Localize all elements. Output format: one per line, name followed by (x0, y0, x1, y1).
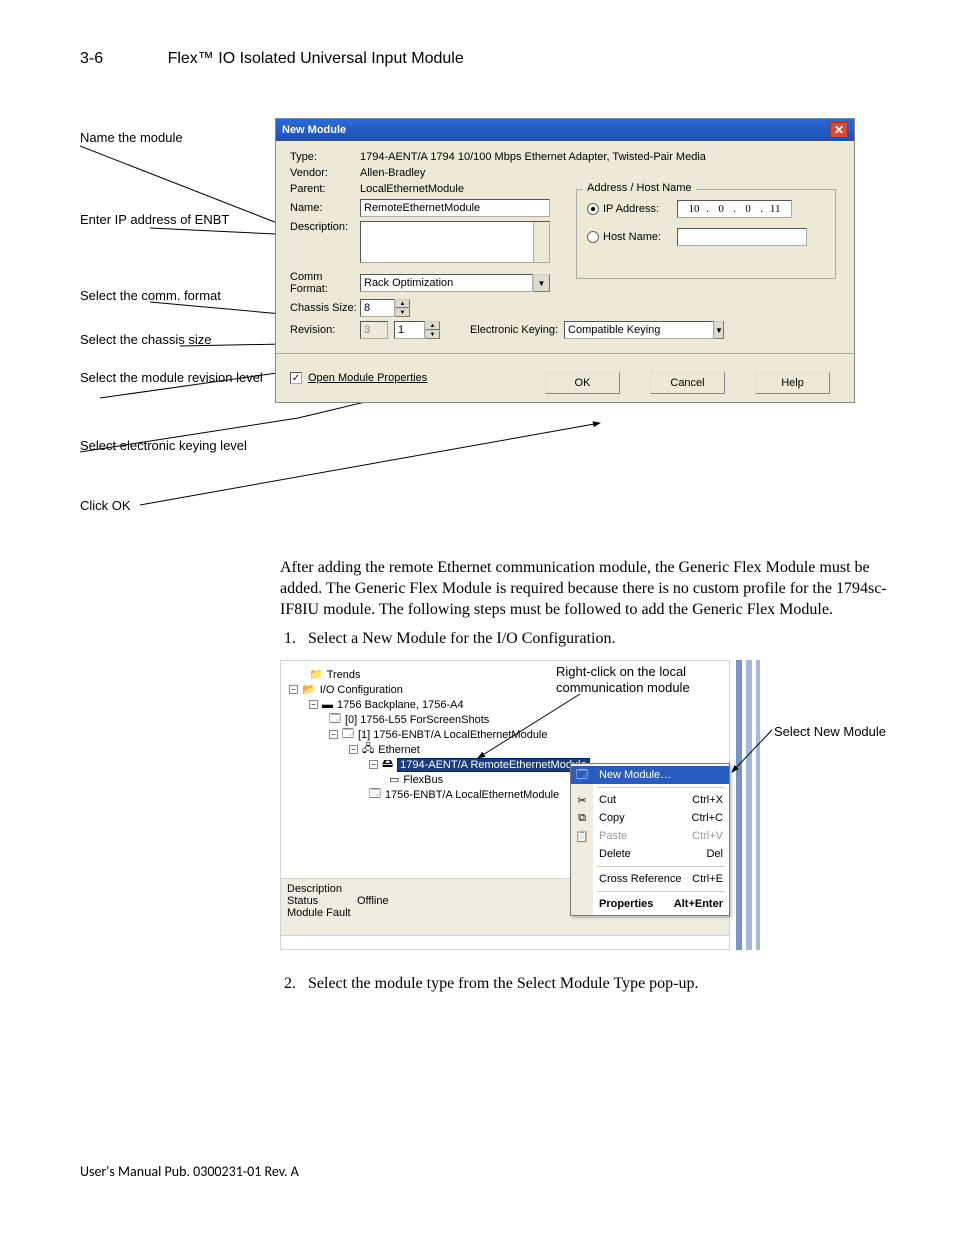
dialog-title: New Module (282, 124, 346, 136)
tree-node-flexbus[interactable]: FlexBus (403, 774, 443, 786)
close-icon[interactable]: ✕ (830, 122, 848, 138)
ctx-paste: 📋 PasteCtrl+V (571, 827, 729, 845)
label-ekey: Electronic Keying: (470, 324, 558, 336)
paste-icon: 📋 (575, 829, 589, 843)
hostname-input[interactable] (677, 228, 807, 246)
ctx-cut[interactable]: ✂ CutCtrl+X (571, 791, 729, 809)
tree-collapse-icon[interactable]: − (289, 685, 298, 694)
label-description: Description (287, 883, 357, 895)
label-type: Type: (290, 151, 360, 163)
decor-bars (736, 660, 762, 950)
tree-node-ioconfig[interactable]: I/O Configuration (320, 684, 403, 696)
dialog-titlebar: New Module ✕ (276, 119, 854, 141)
ctx-delete[interactable]: DeleteDel (571, 845, 729, 863)
label-ip: IP Address: (603, 203, 673, 215)
label-chassis: Chassis Size: (290, 302, 360, 314)
tree-collapse-icon[interactable]: − (369, 760, 378, 769)
ctx-copy[interactable]: ⧉ CopyCtrl+C (571, 809, 729, 827)
callout-ip: Enter IP address of ENBT (80, 212, 229, 227)
label-status: Status (287, 895, 357, 907)
cut-icon: ✂ (575, 793, 589, 807)
paragraph-after-dialog: After adding the remote Ethernet communi… (280, 558, 900, 620)
label-commfmt: Comm Format: (290, 271, 360, 295)
tree-node-enbt2[interactable]: 1756-ENBT/A LocalEthernetModule (385, 789, 559, 801)
label-revision: Revision: (290, 324, 360, 336)
label-hostname: Host Name: (603, 231, 673, 243)
name-input[interactable] (360, 199, 550, 217)
tree-collapse-icon[interactable]: − (349, 745, 358, 754)
folder-open-icon: 📂 (302, 683, 316, 696)
tree-node-l55[interactable]: [0] 1756-L55 ForScreenShots (345, 714, 489, 726)
ctx-xref[interactable]: Cross ReferenceCtrl+E (571, 870, 729, 888)
description-input[interactable] (360, 221, 550, 263)
spin-up-icon[interactable]: ▲ (425, 321, 440, 330)
label-open-props: Open Module Properties (308, 372, 427, 384)
page-title: Flex™ IO Isolated Universal Input Module (168, 50, 464, 67)
callout-ok: Click OK (80, 498, 131, 513)
label-description: Description: (290, 221, 360, 233)
adapter-icon: 🖴 (382, 755, 393, 774)
label-parent: Parent: (290, 183, 360, 195)
tree-node-aent-selected[interactable]: 1794-AENT/A RemoteEthernetModule (397, 758, 590, 772)
folder-icon: 📁 (309, 668, 323, 681)
module-icon: 🗔 (369, 785, 381, 804)
step-1: 1. Select a New Module for the I/O Confi… (310, 630, 900, 648)
callout-commfmt: Select the comm. format (80, 288, 221, 303)
callout-select-new-module: Select New Module (774, 724, 886, 739)
radio-ip[interactable] (587, 203, 599, 215)
open-props-checkbox[interactable]: ✓ (290, 372, 302, 384)
ekey-combo[interactable]: ▼ (564, 321, 714, 339)
chassis-spin[interactable]: ▲▼ (360, 299, 410, 317)
spin-up-icon[interactable]: ▲ (395, 299, 410, 308)
tree-collapse-icon[interactable]: − (329, 730, 338, 739)
callout-name: Name the module (80, 130, 183, 145)
label-vendor: Vendor: (290, 167, 360, 179)
page-footer: User's Manual Pub. 0300231-01 Rev. A (80, 1163, 884, 1180)
new-module-dialog: New Module ✕ Type: 1794-AENT/A 1794 10/1… (275, 118, 855, 403)
context-menu: 🗔 New Module… ✂ CutCtrl+X ⧉ CopyCtrl+C 📋… (570, 763, 730, 916)
figure-new-module: Name the module Enter IP address of ENBT… (80, 118, 880, 518)
label-module-fault: Module Fault (287, 907, 367, 919)
value-status: Offline (357, 895, 389, 907)
rev-minor-spin[interactable]: ▲▼ (394, 321, 440, 339)
cancel-button[interactable]: Cancel (650, 372, 725, 394)
copy-icon: ⧉ (575, 811, 589, 825)
ethernet-icon: 🖧 (362, 740, 374, 759)
ctx-properties[interactable]: PropertiesAlt+Enter (571, 895, 729, 913)
label-name: Name: (290, 202, 360, 214)
controller-icon: 🗔 (329, 710, 341, 729)
ok-button[interactable]: OK (545, 372, 620, 394)
group-title: Address / Host Name (583, 182, 696, 194)
value-type: 1794-AENT/A 1794 10/100 Mbps Ethernet Ad… (360, 151, 840, 163)
ip-input[interactable]: 10. 0. 0. 11 (677, 200, 792, 218)
help-button[interactable]: Help (755, 372, 830, 394)
chevron-down-icon[interactable]: ▼ (714, 321, 724, 339)
running-header: 3-6 Flex™ IO Isolated Universal Input Mo… (80, 50, 884, 68)
new-module-icon: 🗔 (575, 768, 589, 782)
callout-right-click: Right-click on the localcommunication mo… (556, 664, 690, 695)
tree-node-enbt[interactable]: [1] 1756-ENBT/A LocalEthernetModule (358, 729, 548, 741)
address-groupbox: Address / Host Name IP Address: 10. 0. 0… (576, 189, 836, 279)
radio-hostname[interactable] (587, 231, 599, 243)
tree-collapse-icon[interactable]: − (309, 700, 318, 709)
tree-node-trends[interactable]: Trends (327, 669, 361, 681)
chevron-down-icon[interactable]: ▼ (533, 274, 550, 292)
page-number: 3-6 (80, 50, 103, 68)
callout-revision: Select the module revision level (80, 370, 263, 386)
callout-ekey: Select electronic keying level (80, 438, 247, 453)
spin-down-icon[interactable]: ▼ (425, 330, 440, 339)
figure-tree-context: 📁Trends −📂I/O Configuration −▬1756 Backp… (280, 660, 954, 955)
rev-major-input (360, 321, 388, 339)
module-icon: 🗔 (342, 725, 354, 744)
commformat-combo[interactable]: ▼ (360, 274, 550, 292)
step-2: 2. Select the module type from the Selec… (310, 975, 900, 993)
tree-node-backplane[interactable]: 1756 Backplane, 1756-A4 (337, 699, 464, 711)
tree-node-ethernet[interactable]: Ethernet (378, 744, 420, 756)
spin-down-icon[interactable]: ▼ (395, 308, 410, 317)
backplane-icon: ▬ (322, 699, 333, 711)
value-vendor: Allen-Bradley (360, 167, 840, 179)
ctx-new-module[interactable]: 🗔 New Module… (571, 766, 729, 784)
callout-chassis: Select the chassis size (80, 332, 212, 347)
flexbus-icon: ▭ (389, 773, 399, 786)
